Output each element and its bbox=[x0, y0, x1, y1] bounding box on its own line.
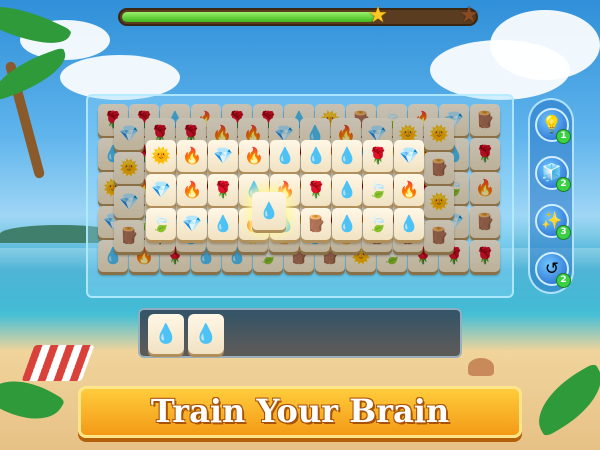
booster-count: 2 bbox=[556, 177, 571, 192]
cloud bbox=[490, 10, 600, 80]
promo-banner: Train Your Brain bbox=[78, 386, 522, 438]
gem-icon: 💎 bbox=[399, 146, 419, 165]
mahjong-tile: 🪵 bbox=[114, 220, 144, 252]
mahjong-tile[interactable]: 💧 bbox=[301, 140, 331, 172]
mahjong-tile[interactable]: 🌹 bbox=[301, 174, 331, 206]
rose-icon: 🌹 bbox=[475, 246, 495, 265]
water-drop-icon: 💧 bbox=[194, 323, 218, 345]
booster-count: 2 bbox=[556, 273, 571, 288]
sun-icon: 🌞 bbox=[151, 146, 171, 165]
tile-tray: 💧 💧 bbox=[138, 308, 462, 358]
fire-icon: 🔥 bbox=[244, 146, 264, 165]
fire-icon: 🔥 bbox=[399, 180, 419, 199]
mahjong-tile: 🪵 bbox=[424, 152, 454, 184]
mahjong-tile[interactable]: 🔥 bbox=[177, 140, 207, 172]
fire-icon: 🔥 bbox=[475, 178, 495, 197]
beach-chair bbox=[21, 345, 95, 381]
mahjong-tile[interactable]: 💧 bbox=[270, 140, 300, 172]
water-drop-icon: 💧 bbox=[337, 146, 357, 165]
mahjong-tile[interactable]: 🔥 bbox=[394, 174, 424, 206]
water-drop-icon: 💧 bbox=[306, 146, 326, 165]
wood-log-icon: 🪵 bbox=[119, 226, 139, 245]
mahjong-tile[interactable]: 🔥 bbox=[177, 174, 207, 206]
wood-log-icon: 🪵 bbox=[306, 214, 326, 233]
rose-icon: 🌹 bbox=[213, 180, 233, 199]
level-progress-bar bbox=[118, 8, 478, 26]
hint-booster-button[interactable]: 💡 1 bbox=[535, 108, 571, 144]
fire-icon: 🔥 bbox=[182, 146, 202, 165]
water-drop-icon: 💧 bbox=[337, 180, 357, 199]
mahjong-tile[interactable]: 🌹 bbox=[363, 140, 393, 172]
palm-leaf bbox=[525, 362, 600, 438]
mahjong-tile: 🪵 bbox=[470, 206, 500, 238]
mahjong-tile[interactable]: 💧 bbox=[208, 208, 238, 240]
sun-icon: 🌞 bbox=[119, 158, 139, 177]
gem-icon: 💎 bbox=[182, 214, 202, 233]
leaf-icon: 🍃 bbox=[151, 214, 171, 233]
tile-board[interactable]: 🌹🌹💧🔥🌹🌹💧🌞🪵🍃🔥💎🪵💧🌹🔥🪵🔥🌹🌹🔥💧🌞🌞💧🌹🌞🔥🍃🌹🪵🔥🔥🌞🌹🔥🌹🍃🔥💎… bbox=[86, 94, 514, 298]
mahjong-tile: 💎 bbox=[114, 186, 144, 218]
mahjong-tile: 🌹 bbox=[470, 240, 500, 272]
mahjong-tile: 🪵 bbox=[424, 220, 454, 252]
booster-count: 3 bbox=[556, 225, 571, 240]
rose-icon: 🌹 bbox=[368, 146, 388, 165]
mahjong-tile: 🪵 bbox=[470, 104, 500, 136]
water-drop-icon: 💧 bbox=[259, 201, 279, 220]
leaf-icon: 🍃 bbox=[368, 180, 388, 199]
mahjong-tile[interactable]: 💧 bbox=[332, 140, 362, 172]
fire-icon: 🔥 bbox=[182, 180, 202, 199]
mahjong-tile[interactable]: 🔥 bbox=[239, 140, 269, 172]
rose-icon: 🌹 bbox=[306, 180, 326, 199]
mahjong-tile[interactable]: 💎 bbox=[146, 174, 176, 206]
booster-count: 1 bbox=[556, 129, 571, 144]
wood-log-icon: 🪵 bbox=[475, 212, 495, 231]
mahjong-tile[interactable]: 💧 bbox=[332, 174, 362, 206]
mahjong-tile: 💎 bbox=[114, 118, 144, 150]
wood-log-icon: 🪵 bbox=[429, 158, 449, 177]
water-drop-icon: 💧 bbox=[275, 146, 295, 165]
tray-tile: 💧 bbox=[188, 314, 224, 354]
mahjong-tile[interactable]: 💎 bbox=[208, 140, 238, 172]
star-empty-icon: ★ bbox=[459, 3, 479, 28]
mahjong-tile: 🔥 bbox=[470, 172, 500, 204]
mahjong-tile: 🌞 bbox=[114, 152, 144, 184]
gem-icon: 💎 bbox=[213, 146, 233, 165]
magic-booster-button[interactable]: ✨ 3 bbox=[535, 204, 571, 240]
mahjong-tile[interactable]: 🍃 bbox=[146, 208, 176, 240]
mahjong-tile[interactable]: 💎 bbox=[394, 140, 424, 172]
rose-icon: 🌹 bbox=[475, 144, 495, 163]
water-drop-icon: 💧 bbox=[213, 214, 233, 233]
booster-panel: 💡 1 🧊 2 ✨ 3 ↺ 2 bbox=[528, 98, 574, 294]
mahjong-tile[interactable]: 🪵 bbox=[301, 208, 331, 240]
mahjong-tile: 🌹 bbox=[470, 138, 500, 170]
gem-icon: 💎 bbox=[119, 124, 139, 143]
gem-icon: 💎 bbox=[151, 180, 171, 199]
mahjong-tile[interactable]: 🍃 bbox=[363, 174, 393, 206]
seashell bbox=[468, 358, 494, 376]
star-filled-icon: ★ bbox=[368, 3, 388, 28]
water-drop-icon: 💧 bbox=[337, 214, 357, 233]
mahjong-tile[interactable]: 🌹 bbox=[208, 174, 238, 206]
wood-log-icon: 🪵 bbox=[429, 226, 449, 245]
mahjong-tile[interactable]: 💎 bbox=[177, 208, 207, 240]
mahjong-tile[interactable]: 🍃 bbox=[363, 208, 393, 240]
selected-tile[interactable]: 💧 bbox=[252, 192, 286, 230]
mahjong-tile[interactable]: 💧 bbox=[332, 208, 362, 240]
shuffle-booster-button[interactable]: 🧊 2 bbox=[535, 156, 571, 192]
undo-booster-button[interactable]: ↺ 2 bbox=[535, 252, 571, 288]
mahjong-tile: 🌞 bbox=[424, 118, 454, 150]
banner-title: Train Your Brain bbox=[150, 392, 450, 430]
progress-fill bbox=[122, 12, 375, 22]
gem-icon: 💎 bbox=[119, 192, 139, 211]
sun-icon: 🌞 bbox=[429, 124, 449, 143]
mahjong-tile: 🌞 bbox=[424, 186, 454, 218]
leaf-icon: 🍃 bbox=[368, 214, 388, 233]
water-drop-icon: 💧 bbox=[154, 323, 178, 345]
tray-tile: 💧 bbox=[148, 314, 184, 354]
mahjong-tile[interactable]: 🌞 bbox=[146, 140, 176, 172]
sun-icon: 🌞 bbox=[429, 192, 449, 211]
water-drop-icon: 💧 bbox=[399, 214, 419, 233]
wood-log-icon: 🪵 bbox=[475, 110, 495, 129]
mahjong-tile[interactable]: 💧 bbox=[394, 208, 424, 240]
